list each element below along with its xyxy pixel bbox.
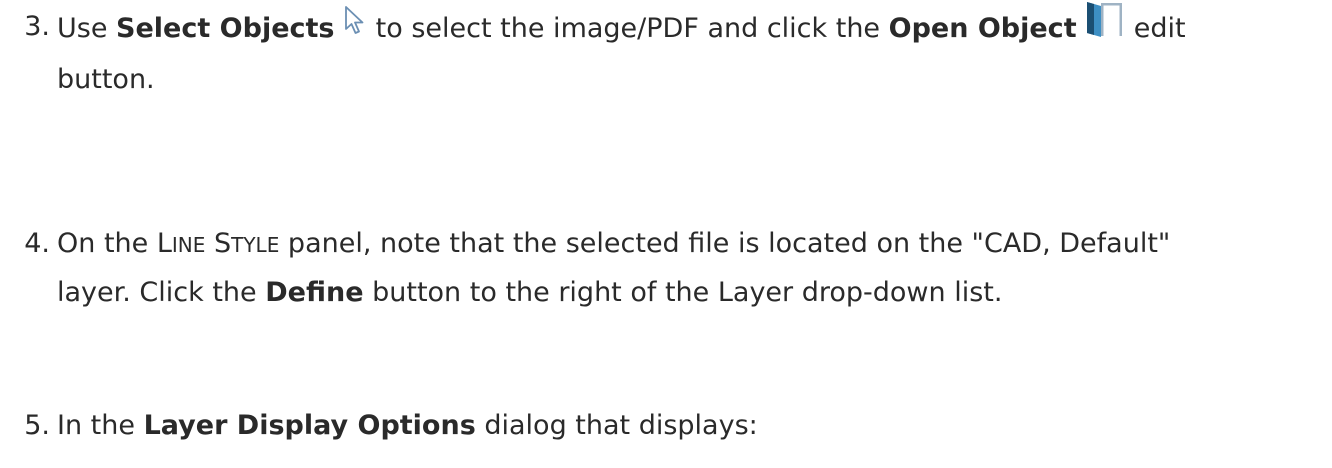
select-objects-arrow-icon [343,3,367,50]
select-objects-label: Select Objects [116,13,335,44]
step-line-1: On the LINE STYLE panel, note that the s… [57,220,1332,269]
small-caps-rest: INE [171,233,206,257]
layer-display-options-label: Layer Display Options [143,410,476,441]
text-run: layer. Click the [57,277,266,308]
small-caps-initial: L [156,228,172,259]
define-label: Define [265,277,364,308]
step-line-1: In the Layer Display Options dialog that… [57,402,1332,449]
step-3: 3. Use Select Objects to select the imag… [0,0,1332,103]
text-run: panel, note that the selected file is lo… [279,228,1171,259]
text-run: Use [57,13,117,44]
open-object-door-icon [1085,0,1125,53]
step-4: 4. On the LINE STYLE panel, note that th… [0,220,1332,316]
text-run: to select the image/PDF and click the [367,13,889,44]
step-number: 5. [24,410,50,441]
step-text: In the Layer Display Options dialog that… [57,402,1332,449]
step-number: 4. [24,228,50,259]
step-text: On the LINE STYLE panel, note that the s… [57,220,1332,316]
text-run: edit [1125,13,1186,44]
step-line-2: layer. Click the Define button to the ri… [57,269,1332,316]
line-style-panel-name: LINE STYLE [157,228,280,259]
text-run: button to the right of the Layer drop-do… [363,277,1003,308]
step-number: 3. [24,11,50,42]
text-run: dialog that displays: [475,410,758,441]
step-5: 5. In the Layer Display Options dialog t… [0,402,1332,449]
open-object-label: Open Object [888,13,1077,44]
text-run: On the [57,228,157,259]
small-caps-rest: TYLE [231,233,280,257]
step-line-2: button. [57,64,155,95]
small-caps-initial: S [213,228,232,259]
step-line-1: Use Select Objects to select the image/P… [57,0,1332,56]
step-text: Use Select Objects to select the image/P… [57,0,1332,103]
text-run: In the [57,410,144,441]
